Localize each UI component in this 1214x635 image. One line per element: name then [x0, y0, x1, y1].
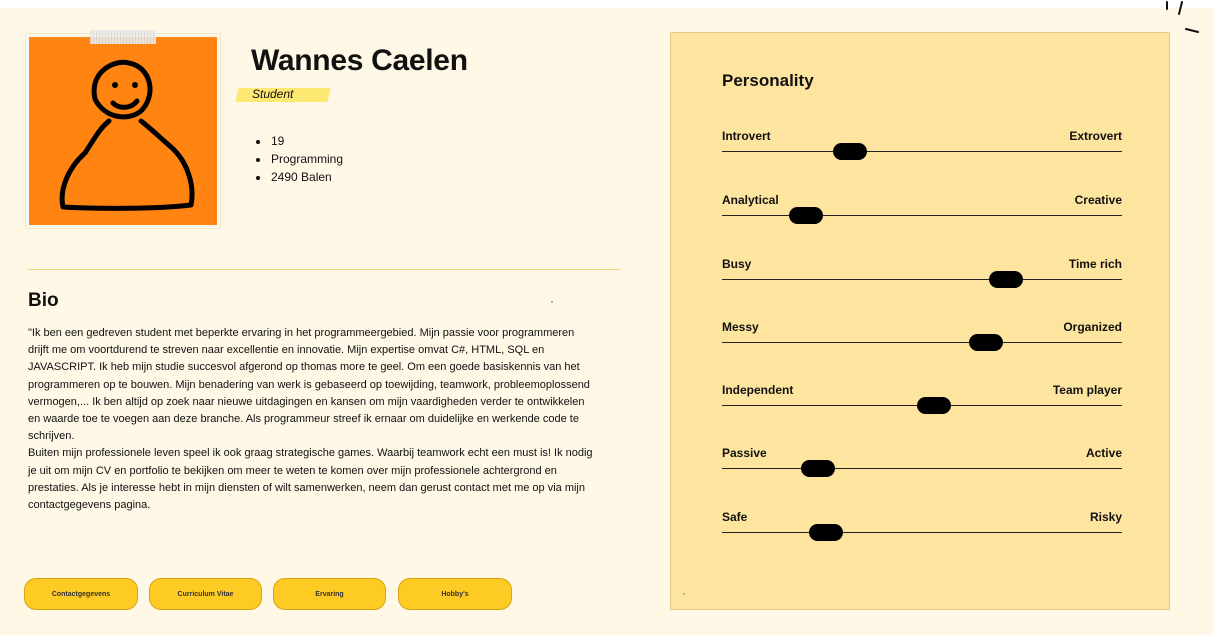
- personality-title: Personality: [722, 71, 814, 90]
- bio-text: "Ik ben een gedreven student met beperkt…: [28, 327, 593, 512]
- page-canvas: Wannes Caelen Student 19 Programming 249…: [0, 8, 1214, 635]
- section-divider: [28, 269, 620, 270]
- personality-panel: Personality Introvert Extrovert Analytic…: [670, 32, 1170, 610]
- tape-strip: [90, 30, 156, 44]
- cv-button[interactable]: Curriculum Vitae: [149, 578, 262, 610]
- trait-right-label: Creative: [1074, 193, 1122, 207]
- avatar: [29, 37, 217, 225]
- profile-name: Wannes Caelen: [251, 44, 468, 77]
- trait-slider-handle[interactable]: [801, 460, 835, 477]
- trait-left-label: Busy: [722, 257, 752, 271]
- trait-left-label: Safe: [722, 510, 748, 524]
- trait-left-label: Introvert: [722, 129, 771, 143]
- trait-slider-handle[interactable]: [917, 397, 951, 414]
- bio-title: Bio: [28, 290, 59, 311]
- dot-speck: [683, 593, 685, 595]
- trait-left-label: Independent: [722, 383, 794, 397]
- trait-track: [722, 532, 1122, 533]
- trait-track: [722, 468, 1122, 469]
- fact-age: 19: [270, 132, 343, 150]
- trait-left-label: Messy: [722, 320, 759, 334]
- trait-slider-handle[interactable]: [833, 143, 867, 160]
- trait-track: [722, 215, 1122, 216]
- trait-slider-handle[interactable]: [969, 334, 1003, 351]
- trait-slider-handle[interactable]: [809, 524, 843, 541]
- trait-right-label: Active: [1085, 446, 1122, 460]
- trait-track: [722, 342, 1122, 343]
- trait-safe-risky: Safe Risky: [722, 510, 1122, 541]
- trait-busy-timerich: Busy Time rich: [722, 257, 1122, 288]
- profile-facts-list: 19 Programming 2490 Balen: [256, 132, 343, 186]
- dot-speck: [551, 301, 553, 303]
- profile-role: Student: [252, 87, 294, 101]
- trait-passive-active: Passive Active: [722, 446, 1122, 477]
- experience-button[interactable]: Ervaring: [273, 578, 386, 610]
- sparkle-marks-icon: [1166, 1, 1199, 33]
- fact-field: Programming: [270, 150, 343, 168]
- trait-track: [722, 151, 1122, 152]
- trait-right-label: Organized: [1063, 320, 1122, 334]
- hobbies-button[interactable]: Hobby's: [398, 578, 512, 610]
- trait-right-label: Risky: [1089, 510, 1122, 524]
- trait-left-label: Analytical: [722, 193, 779, 207]
- trait-slider-handle[interactable]: [989, 271, 1023, 288]
- trait-slider-handle[interactable]: [789, 207, 823, 224]
- trait-analytical-creative: Analytical Creative: [722, 193, 1122, 224]
- trait-introvert-extrovert: Introvert Extrovert: [722, 129, 1122, 160]
- trait-messy-organized: Messy Organized: [722, 320, 1122, 351]
- fact-location: 2490 Balen: [270, 168, 343, 186]
- trait-independent-teamplayer: Independent Team player: [722, 383, 1122, 414]
- trait-left-label: Passive: [722, 446, 767, 460]
- trait-right-label: Time rich: [1068, 257, 1122, 271]
- trait-right-label: Team player: [1052, 383, 1122, 397]
- contact-button[interactable]: Contactgegevens: [24, 578, 138, 610]
- avatar-frame: [26, 34, 220, 228]
- smiley-person-drawing-icon: [59, 59, 195, 211]
- trait-right-label: Extrovert: [1069, 129, 1122, 143]
- trait-track: [722, 279, 1122, 280]
